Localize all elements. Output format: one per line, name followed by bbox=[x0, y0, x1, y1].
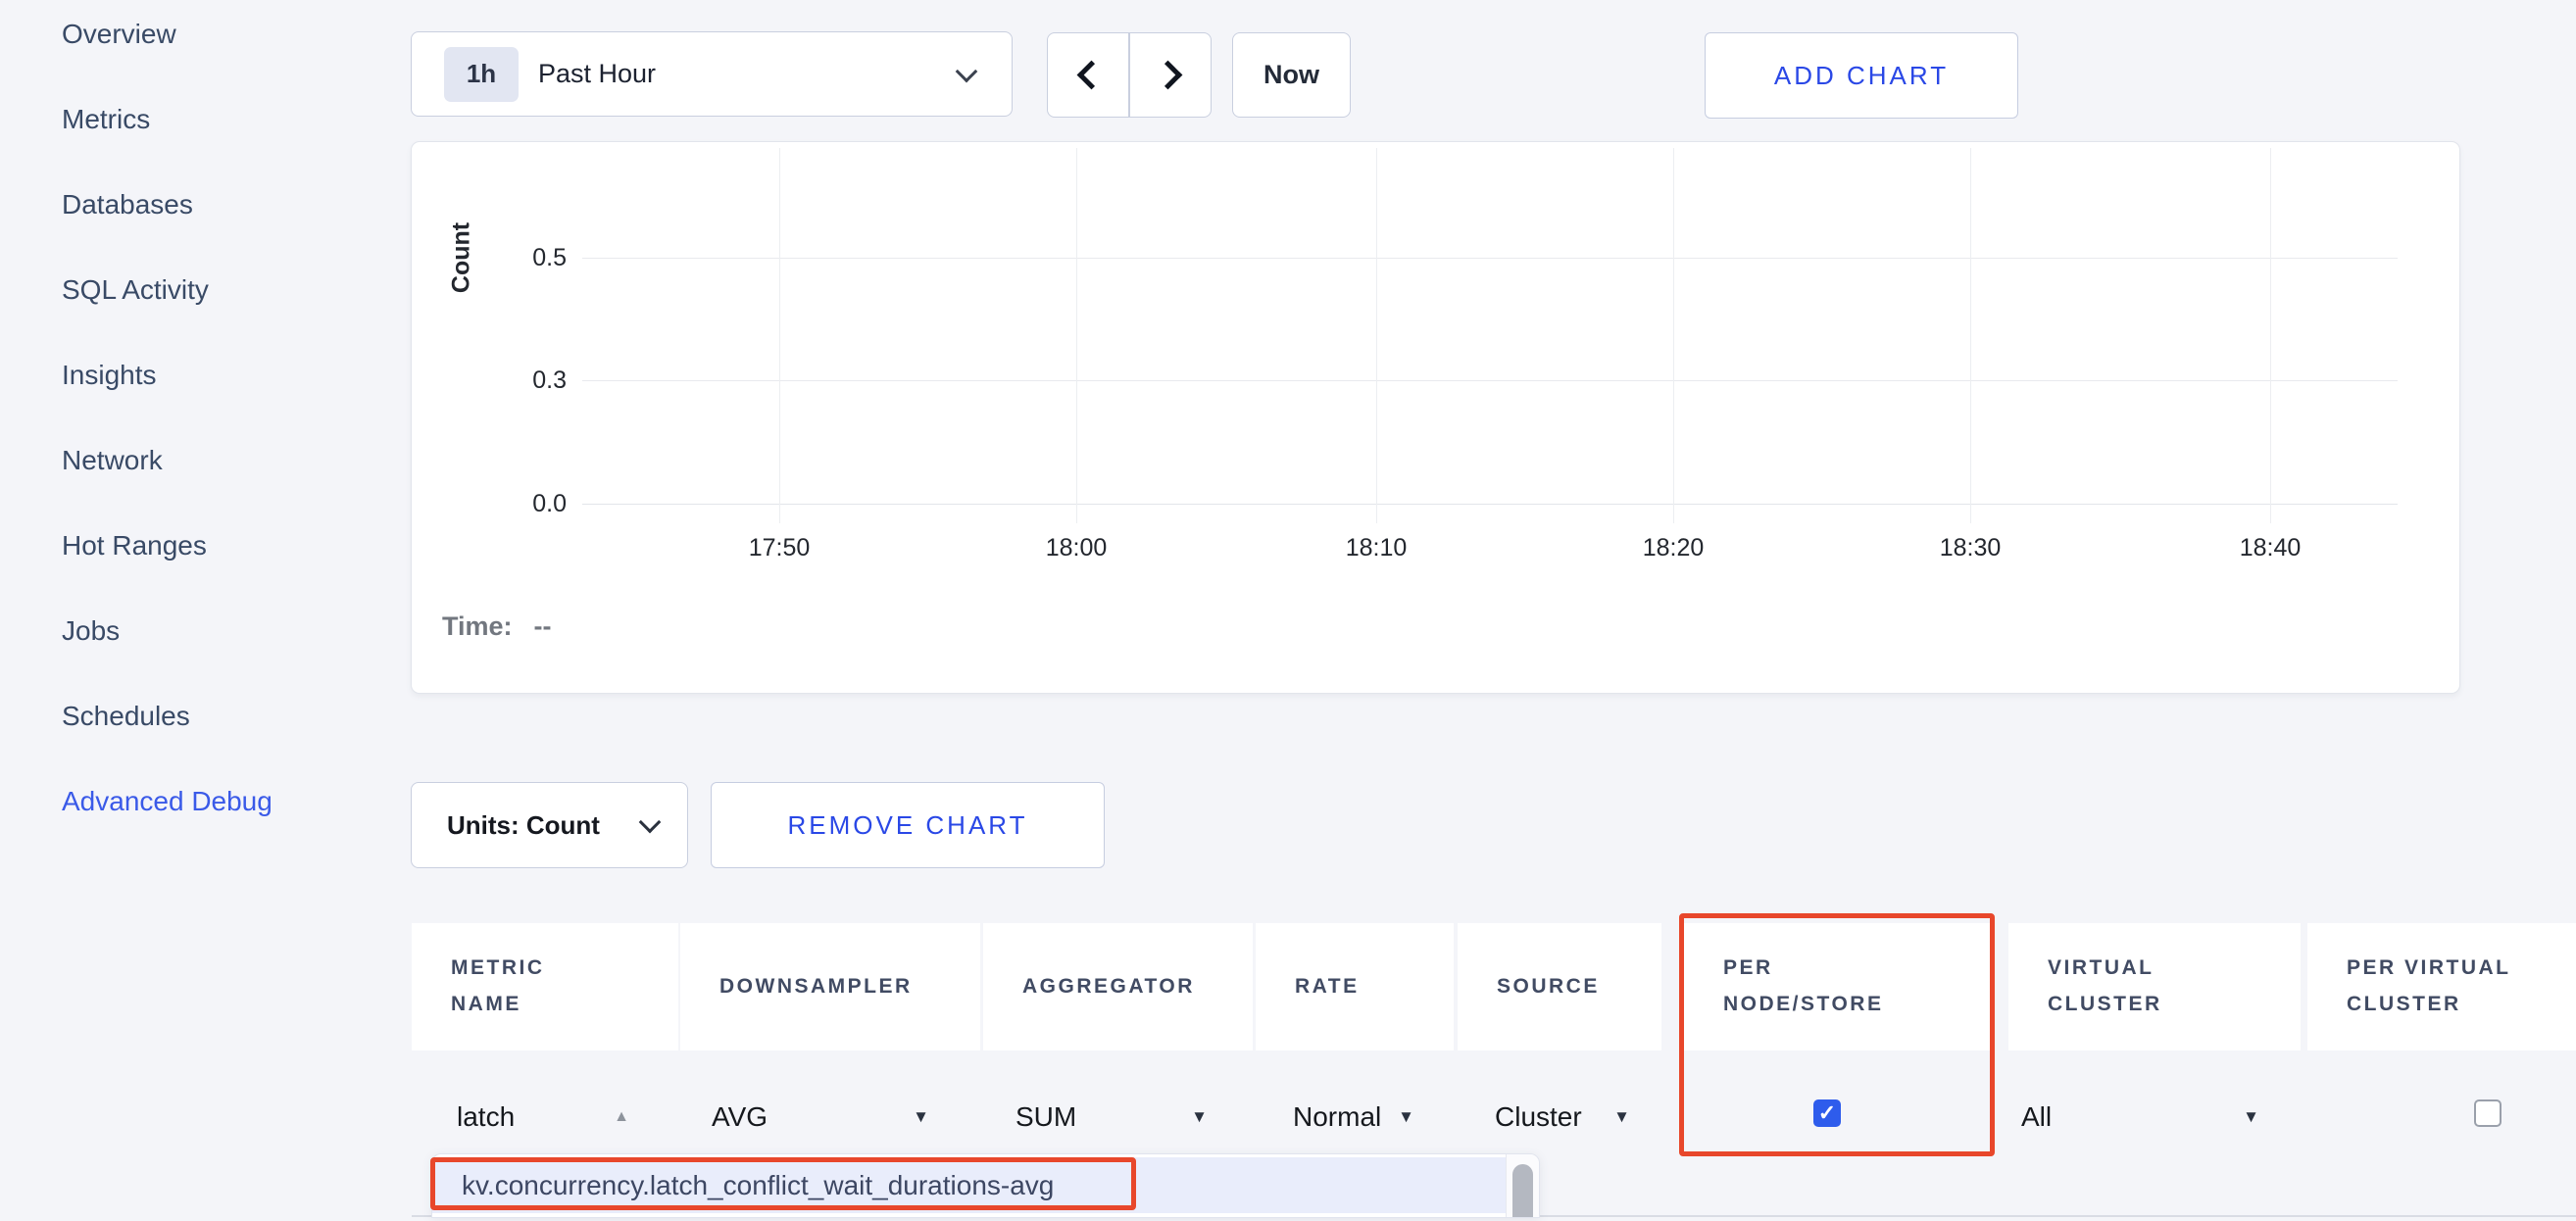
sidebar-nav: Overview Metrics Databases SQL Activity … bbox=[62, 0, 395, 844]
prev-time-button[interactable] bbox=[1047, 32, 1129, 118]
chevron-down-icon bbox=[639, 811, 662, 834]
column-header-metric-name: METRIC NAME bbox=[412, 923, 678, 1050]
gridline-vertical bbox=[779, 148, 780, 523]
sidebar-item-overview[interactable]: Overview bbox=[62, 0, 395, 76]
hover-time-legend: Time: -- bbox=[442, 611, 552, 642]
time-range-badge: 1h bbox=[444, 47, 519, 102]
gridline-horizontal bbox=[582, 380, 2398, 381]
time-range-picker[interactable]: 1h Past Hour bbox=[411, 31, 1013, 117]
sidebar-item-insights[interactable]: Insights bbox=[62, 332, 395, 417]
dropdown-scrollbar-track[interactable] bbox=[1506, 1154, 1539, 1218]
units-select-label: Units: Count bbox=[447, 810, 600, 841]
aggregator-value: SUM bbox=[1016, 1101, 1076, 1133]
virtual-cluster-value: All bbox=[2021, 1101, 2052, 1133]
x-tick-label: 18:40 bbox=[2202, 534, 2339, 562]
column-header-source: SOURCE bbox=[1458, 923, 1661, 1050]
dropdown-arrow-icon: ▼ bbox=[2243, 1107, 2259, 1127]
time-legend-label: Time: bbox=[442, 611, 513, 642]
rate-value: Normal bbox=[1293, 1101, 1381, 1133]
gridline-vertical bbox=[1076, 148, 1077, 523]
sidebar-item-schedules[interactable]: Schedules bbox=[62, 673, 395, 758]
per-virtual-cluster-checkbox[interactable] bbox=[2474, 1099, 2502, 1127]
sidebar-item-hot-ranges[interactable]: Hot Ranges bbox=[62, 503, 395, 588]
column-header-per-virtual-cluster: PER VIRTUAL CLUSTER bbox=[2307, 923, 2576, 1050]
downsampler-select[interactable]: AVG ▼ bbox=[712, 1099, 929, 1135]
time-range-label: Past Hour bbox=[538, 59, 656, 89]
column-header-per-node-store: PER NODE/STORE bbox=[1684, 923, 1993, 1050]
source-select[interactable]: Cluster ▼ bbox=[1495, 1099, 1630, 1135]
gridline-vertical bbox=[1673, 148, 1674, 523]
column-header-downsampler: DOWNSAMPLER bbox=[680, 923, 980, 1050]
gridline-vertical bbox=[1376, 148, 1377, 523]
gridline-horizontal bbox=[582, 258, 2398, 259]
dropdown-arrow-icon: ▼ bbox=[1191, 1107, 1208, 1127]
sidebar-item-databases[interactable]: Databases bbox=[62, 162, 395, 247]
dropdown-arrow-icon: ▼ bbox=[1398, 1107, 1414, 1127]
x-tick-label: 18:10 bbox=[1308, 534, 1445, 562]
sidebar-item-network[interactable]: Network bbox=[62, 417, 395, 503]
y-tick-label: 0.5 bbox=[412, 243, 567, 272]
gridline-vertical bbox=[1970, 148, 1971, 523]
custom-chart-panel: Count 0.5 0.3 0.0 17:50 18:00 18:10 18:2… bbox=[411, 141, 2460, 694]
gridline-vertical bbox=[2270, 148, 2271, 523]
column-header-rate: RATE bbox=[1256, 923, 1454, 1050]
y-tick-label: 0.0 bbox=[412, 489, 567, 518]
source-value: Cluster bbox=[1495, 1101, 1582, 1133]
metric-name-input[interactable]: latch ▲ bbox=[457, 1099, 629, 1135]
x-tick-label: 18:00 bbox=[1008, 534, 1145, 562]
sort-up-icon: ▲ bbox=[614, 1108, 629, 1126]
dropdown-scrollbar-thumb[interactable] bbox=[1512, 1164, 1533, 1218]
sidebar-item-advanced-debug[interactable]: Advanced Debug bbox=[62, 758, 395, 844]
rate-select[interactable]: Normal ▼ bbox=[1293, 1099, 1414, 1135]
remove-chart-button[interactable]: REMOVE CHART bbox=[711, 782, 1105, 868]
metric-suggestions-dropdown: kv.concurrency.latch_conflict_wait_durat… bbox=[431, 1153, 1540, 1218]
chevron-left-icon bbox=[1076, 61, 1106, 90]
column-header-aggregator: AGGREGATOR bbox=[983, 923, 1253, 1050]
y-tick-label: 0.3 bbox=[412, 366, 567, 395]
add-chart-button[interactable]: ADD CHART bbox=[1705, 32, 2018, 119]
now-button[interactable]: Now bbox=[1232, 32, 1351, 118]
x-tick-label: 18:30 bbox=[1902, 534, 2039, 562]
metric-suggestion-item[interactable]: kv.concurrency.latch_conflict_wait_durat… bbox=[432, 1157, 1507, 1213]
time-step-buttons bbox=[1047, 32, 1212, 118]
dropdown-arrow-icon: ▼ bbox=[913, 1107, 929, 1127]
column-header-virtual-cluster: VIRTUAL CLUSTER bbox=[2008, 923, 2301, 1050]
x-tick-label: 18:20 bbox=[1605, 534, 1742, 562]
sidebar-item-sql-activity[interactable]: SQL Activity bbox=[62, 247, 395, 332]
next-time-button[interactable] bbox=[1129, 32, 1212, 118]
metric-name-value: latch bbox=[457, 1101, 515, 1133]
advanced-debug-custom-chart-page: Overview Metrics Databases SQL Activity … bbox=[0, 0, 2576, 1221]
units-select[interactable]: Units: Count bbox=[411, 782, 688, 868]
x-axis-line bbox=[582, 504, 2398, 505]
time-legend-value: -- bbox=[534, 611, 552, 642]
virtual-cluster-select[interactable]: All ▼ bbox=[2021, 1099, 2259, 1135]
sidebar-item-metrics[interactable]: Metrics bbox=[62, 76, 395, 162]
chevron-right-icon bbox=[1153, 61, 1182, 90]
metric-suggestion-label: kv.concurrency.latch_conflict_wait_durat… bbox=[462, 1170, 1054, 1201]
sidebar-item-jobs[interactable]: Jobs bbox=[62, 588, 395, 673]
per-node-store-checkbox[interactable]: ✓ bbox=[1813, 1099, 1841, 1127]
x-tick-label: 17:50 bbox=[711, 534, 848, 562]
downsampler-value: AVG bbox=[712, 1101, 768, 1133]
aggregator-select[interactable]: SUM ▼ bbox=[1016, 1099, 1208, 1135]
chevron-down-icon bbox=[956, 60, 978, 82]
dropdown-arrow-icon: ▼ bbox=[1613, 1107, 1630, 1127]
